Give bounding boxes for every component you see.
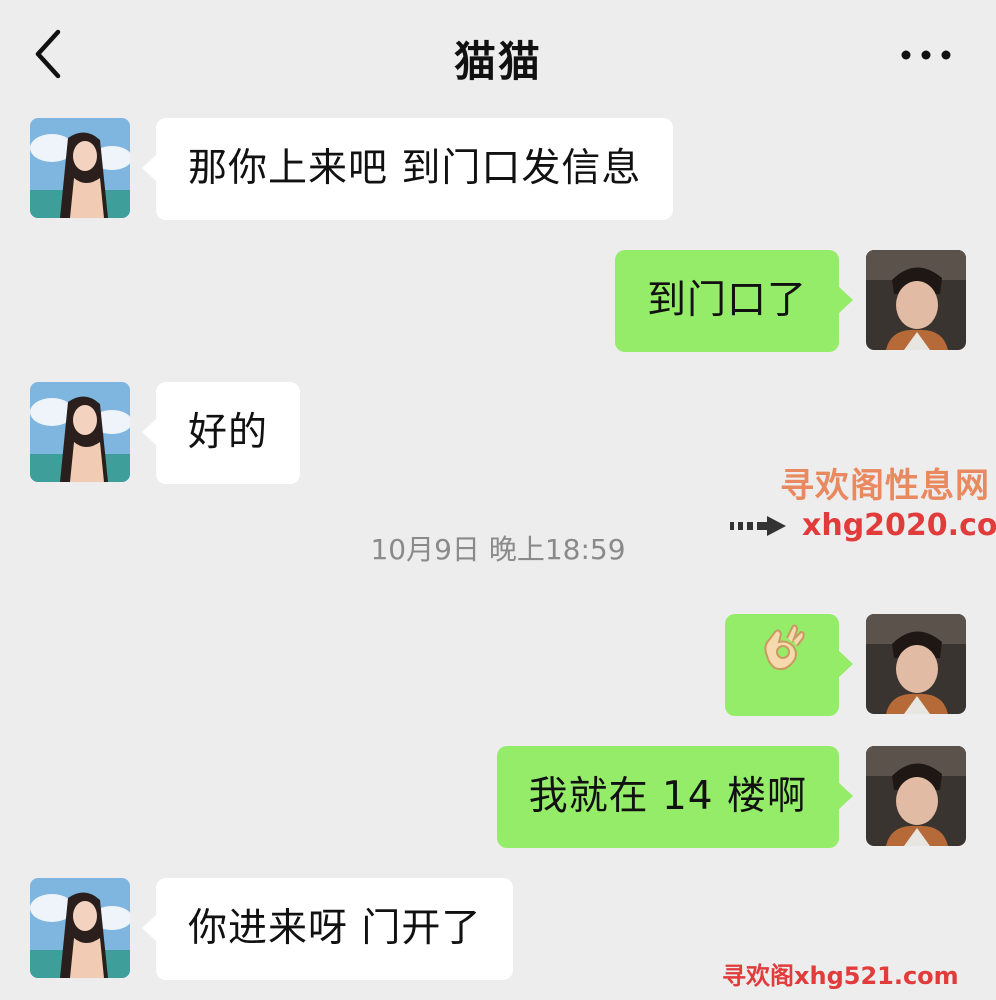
message-bubble[interactable]: 你进来呀 门开了 bbox=[141, 878, 514, 980]
chat-header: 猫猫 bbox=[0, 0, 996, 110]
contact-avatar[interactable] bbox=[30, 118, 130, 218]
message-text: 我就在 14 楼啊 bbox=[528, 774, 807, 819]
message-bubble[interactable]: 到门口了 bbox=[614, 250, 854, 352]
contact-avatar-image bbox=[30, 382, 130, 482]
message-bubble[interactable]: 好的 bbox=[141, 382, 301, 484]
message-text: 那你上来吧 到门口发信息 bbox=[188, 146, 642, 191]
ok-hand-icon bbox=[753, 613, 811, 715]
user-avatar-image bbox=[866, 614, 966, 714]
message-text: 到门口了 bbox=[646, 278, 807, 323]
contact-avatar-image bbox=[30, 118, 130, 218]
user-avatar[interactable] bbox=[866, 614, 966, 714]
message-text: 好的 bbox=[188, 410, 269, 455]
chat-title: 猫猫 bbox=[453, 37, 542, 86]
more-button[interactable] bbox=[896, 40, 956, 70]
message-bubble[interactable]: 我就在 14 楼啊 bbox=[496, 746, 854, 848]
user-avatar[interactable] bbox=[866, 746, 966, 846]
contact-avatar-image bbox=[30, 878, 130, 978]
message-bubble[interactable] bbox=[725, 613, 853, 716]
contact-avatar[interactable] bbox=[30, 878, 130, 978]
watermark-bottom: 寻欢阁xhg521.com bbox=[722, 962, 959, 990]
contact-avatar[interactable] bbox=[30, 382, 130, 482]
more-dots-icon bbox=[901, 50, 951, 60]
message-bubble[interactable]: 那你上来吧 到门口发信息 bbox=[141, 118, 674, 220]
user-avatar-image bbox=[866, 746, 966, 846]
watermark-site-name: 寻欢阁性息网 bbox=[780, 466, 990, 506]
message-timestamp: 10月9日 晚上18:59 bbox=[370, 533, 626, 566]
message-text: 你进来呀 门开了 bbox=[188, 906, 482, 951]
user-avatar-image bbox=[866, 250, 966, 350]
user-avatar[interactable] bbox=[866, 250, 966, 350]
